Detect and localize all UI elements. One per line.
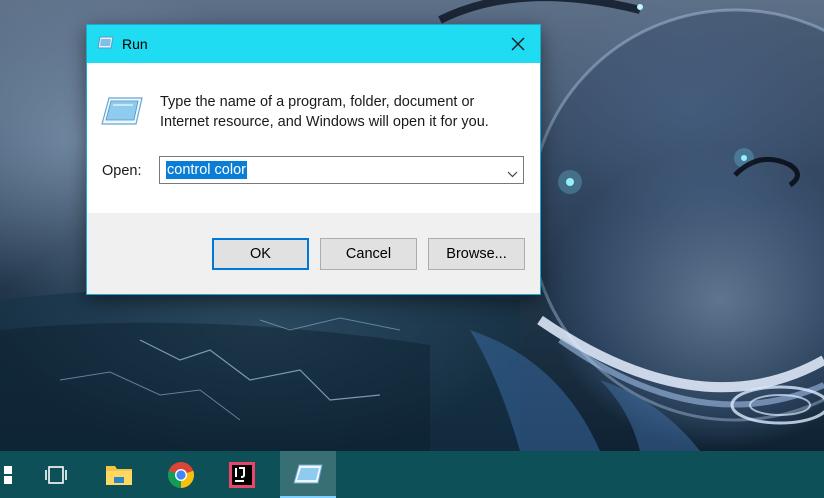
chrome-button[interactable] — [157, 451, 205, 498]
chrome-icon — [168, 461, 194, 488]
run-taskbar-button[interactable] — [280, 451, 336, 498]
cancel-button[interactable]: Cancel — [320, 238, 417, 270]
chevron-down-icon[interactable] — [507, 165, 518, 183]
close-icon — [511, 37, 525, 51]
title-bar[interactable]: Run — [87, 25, 540, 63]
task-view-icon — [45, 465, 67, 484]
open-combobox[interactable]: control color — [159, 156, 524, 184]
taskbar — [0, 451, 824, 498]
run-dialog: Run Type the name of a program, folder, … — [86, 24, 541, 295]
run-app-icon — [293, 464, 323, 483]
open-input[interactable]: control color — [166, 161, 247, 179]
start-button[interactable] — [0, 451, 28, 498]
close-button[interactable] — [496, 25, 540, 63]
intellij-idea-icon — [229, 461, 255, 488]
browse-button[interactable]: Browse... — [428, 238, 525, 270]
task-view-button[interactable] — [32, 451, 80, 498]
open-label: Open: — [102, 163, 142, 179]
ok-button[interactable]: OK — [212, 238, 309, 270]
dialog-title: Run — [122, 36, 148, 52]
run-program-icon — [101, 97, 143, 130]
dialog-description: Type the name of a program, folder, docu… — [160, 94, 489, 130]
intellij-button[interactable] — [218, 451, 266, 498]
dialog-footer: OK Cancel Browse... — [87, 213, 540, 294]
file-explorer-icon — [106, 465, 132, 485]
start-icon — [4, 465, 12, 484]
file-explorer-button[interactable] — [95, 451, 143, 498]
run-app-icon — [97, 36, 114, 54]
